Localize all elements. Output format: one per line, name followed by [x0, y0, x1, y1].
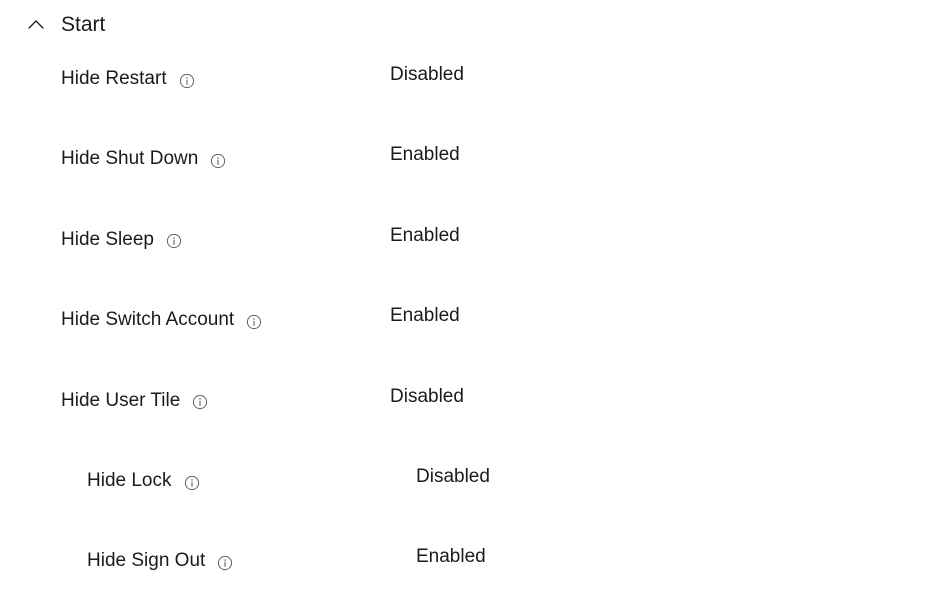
setting-label-group: Hide Switch Account [61, 303, 262, 337]
setting-value: Enabled [416, 546, 486, 568]
setting-label: Hide Restart [61, 68, 167, 89]
setting-label-group: Hide Restart [61, 62, 195, 96]
setting-label: Hide User Tile [61, 389, 181, 411]
info-icon[interactable] [210, 153, 226, 169]
setting-row: Hide Switch Account Enabled [0, 303, 936, 343]
setting-value: Enabled [390, 144, 460, 166]
setting-label-group: Hide User Tile [61, 384, 208, 418]
setting-label: Hide Shut Down [61, 148, 199, 170]
setting-value: Disabled [390, 64, 464, 85]
setting-value: Disabled [416, 466, 490, 487]
setting-value: Disabled [390, 385, 464, 407]
setting-label-group: Hide Lock [87, 464, 200, 498]
info-icon[interactable] [184, 475, 200, 491]
setting-label-group: Hide Shut Down [61, 142, 226, 176]
setting-label: Hide Sign Out [87, 550, 206, 572]
setting-row: Hide Sleep Enabled [0, 223, 936, 263]
setting-label: Hide Sleep [61, 228, 154, 250]
info-icon[interactable] [192, 394, 208, 410]
setting-value: Enabled [390, 305, 460, 327]
section-title: Start [61, 13, 106, 36]
info-icon[interactable] [179, 73, 195, 89]
setting-value: Enabled [390, 224, 460, 246]
info-icon[interactable] [166, 233, 182, 249]
setting-label-group: Hide Sign Out [87, 544, 233, 578]
section-toggle[interactable]: Start [26, 8, 105, 42]
setting-row: Hide Restart Disabled [0, 62, 936, 102]
setting-label: Hide Lock [87, 470, 172, 491]
info-icon[interactable] [246, 314, 262, 330]
chevron-up-icon[interactable] [26, 15, 46, 35]
setting-row: Hide User Tile Disabled [0, 384, 936, 424]
setting-row: Hide Sign Out Enabled [0, 544, 936, 584]
info-icon[interactable] [217, 555, 233, 571]
setting-label-group: Hide Sleep [61, 223, 182, 257]
setting-label: Hide Switch Account [61, 309, 235, 331]
setting-row: Hide Shut Down Enabled [0, 142, 936, 182]
setting-row: Hide Lock Disabled [0, 464, 936, 504]
